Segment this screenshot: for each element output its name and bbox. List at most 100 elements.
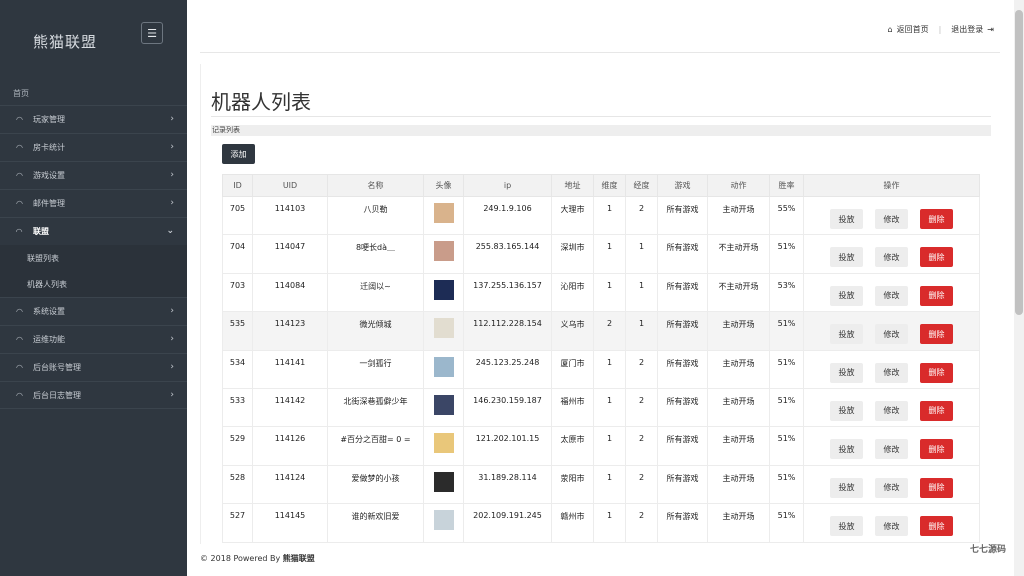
breadcrumb-home[interactable]: 首页	[13, 88, 29, 99]
delete-button[interactable]: 删除	[920, 400, 953, 421]
sidebar-menu: ◠ 玩家管理 › ◠ 房卡统计 › ◠ 游戏设置 › ◠ 邮件管理 › ◠ 联盟 ⌄ 联盟列表 机器…	[0, 105, 187, 409]
scrollbar[interactable]	[1014, 0, 1024, 576]
sidebar-item-mail-management[interactable]: ◠ 邮件管理 ›	[0, 189, 187, 217]
avatar	[433, 510, 454, 531]
cell-name: 8哽长dà＿	[327, 234, 424, 274]
cell-rate: 53%	[769, 272, 804, 313]
cell-lat: 2	[593, 311, 626, 351]
cell-addr: 太原市	[551, 426, 594, 466]
cell-lng: 2	[625, 464, 658, 505]
table-row: 705 114103 八贝勒 249.1.9.106 大理市 1 2 所有游戏 主动开场 55% 投…	[222, 195, 980, 236]
chevron-right-icon: ›	[170, 334, 174, 344]
deliver-button[interactable]: 投放	[830, 362, 863, 383]
actions-cell: 投放 修改 删除	[803, 503, 980, 543]
avatar-cell	[423, 503, 464, 543]
footer: © 2018 Powered By 熊猫联盟	[200, 554, 315, 563]
cell-id: 535	[222, 311, 253, 351]
deliver-button[interactable]: 投放	[830, 209, 863, 229]
sidebar-item-admin-logs[interactable]: ◠ 后台日志管理 ›	[0, 381, 187, 409]
cell-game: 所有游戏	[657, 387, 708, 428]
avatar-cell	[423, 311, 464, 351]
delete-button[interactable]: 删除	[920, 439, 953, 460]
cell-game: 所有游戏	[657, 311, 708, 351]
deliver-button[interactable]: 投放	[830, 324, 863, 345]
edit-button[interactable]: 修改	[875, 439, 908, 460]
column-header: 维度	[593, 174, 626, 197]
add-button[interactable]: 添加	[222, 144, 255, 164]
delete-button[interactable]: 删除	[920, 516, 953, 537]
sidebar-item-room-card-stats[interactable]: ◠ 房卡统计 ›	[0, 133, 187, 161]
cell-rate: 51%	[769, 311, 804, 351]
cell-name: 一剑孤行	[327, 349, 424, 389]
sidebar-item-admin-accounts[interactable]: ◠ 后台账号管理 ›	[0, 353, 187, 381]
deliver-button[interactable]: 投放	[830, 247, 863, 268]
column-header: 名称	[327, 174, 424, 197]
avatar-cell	[423, 387, 464, 428]
avatar	[433, 433, 454, 454]
delete-button[interactable]: 删除	[920, 362, 953, 383]
deliver-button[interactable]: 投放	[830, 285, 863, 306]
deliver-button[interactable]: 投放	[830, 439, 863, 460]
cell-game: 所有游戏	[657, 426, 708, 466]
cell-uid: 114047	[252, 234, 328, 274]
cell-uid: 114145	[252, 503, 328, 543]
cell-id: 703	[222, 272, 253, 313]
sidebar-item-label: 游戏设置	[33, 171, 65, 180]
cell-lng: 2	[625, 195, 658, 236]
cell-action: 主动开场	[707, 195, 770, 236]
cell-name: 迁阔以~	[327, 272, 424, 313]
edit-button[interactable]: 修改	[875, 400, 908, 421]
sidebar-item-game-settings[interactable]: ◠ 游戏设置 ›	[0, 161, 187, 189]
cell-id: 533	[222, 387, 253, 428]
sidebar-item-ops[interactable]: ◠ 运维功能 ›	[0, 325, 187, 353]
delete-button[interactable]: 删除	[920, 324, 953, 345]
delete-button[interactable]: 删除	[920, 477, 953, 498]
deliver-button[interactable]: 投放	[830, 477, 863, 498]
edit-button[interactable]: 修改	[875, 516, 908, 537]
delete-button[interactable]: 删除	[920, 285, 953, 306]
cell-uid: 114084	[252, 272, 328, 313]
cell-lat: 1	[593, 234, 626, 274]
actions-cell: 投放 修改 删除	[803, 387, 980, 428]
edit-button[interactable]: 修改	[875, 247, 908, 268]
menu-toggle-button[interactable]: ☰	[141, 22, 163, 44]
chevron-down-icon: ⌄	[166, 226, 174, 236]
avatar	[433, 241, 454, 262]
edit-button[interactable]: 修改	[875, 209, 908, 229]
logout-link[interactable]: 退出登录 ⇥	[951, 24, 994, 35]
sidebar-item-system-settings[interactable]: ◠ 系统设置 ›	[0, 297, 187, 325]
deliver-button[interactable]: 投放	[830, 400, 863, 421]
sidebar-subitem-robot-list[interactable]: 机器人列表	[0, 271, 187, 297]
cell-name: 微光倾城	[327, 311, 424, 351]
cell-rate: 51%	[769, 503, 804, 543]
sidebar-subitem-alliance-list[interactable]: 联盟列表	[0, 245, 187, 271]
sidebar-item-label: 邮件管理	[33, 199, 65, 208]
table-row: 533 114142 北街深巷孤僻少年 146.230.159.187 福州市 1 2 所有游…	[222, 387, 980, 428]
cell-action: 主动开场	[707, 349, 770, 389]
edit-button[interactable]: 修改	[875, 477, 908, 498]
cell-lng: 2	[625, 387, 658, 428]
cell-rate: 51%	[769, 426, 804, 466]
home-icon: ⌂	[887, 25, 893, 34]
cell-id: 527	[222, 503, 253, 543]
cell-addr: 沁阳市	[551, 272, 594, 313]
cell-name: 八贝勒	[327, 195, 424, 236]
cell-ip: 137.255.136.157	[463, 272, 552, 313]
sidebar-item-alliance[interactable]: ◠ 联盟 ⌄	[0, 217, 187, 245]
edit-button[interactable]: 修改	[875, 324, 908, 345]
delete-button[interactable]: 删除	[920, 247, 953, 268]
watermark: 七七源码	[969, 545, 1006, 555]
cell-uid: 114123	[252, 311, 328, 351]
sidebar-item-player-management[interactable]: ◠ 玩家管理 ›	[0, 105, 187, 133]
cell-lat: 1	[593, 349, 626, 389]
deliver-button[interactable]: 投放	[830, 516, 863, 537]
edit-button[interactable]: 修改	[875, 362, 908, 383]
home-link[interactable]: ⌂ 返回首页	[888, 24, 929, 35]
sidebar-item-label: 系统设置	[33, 307, 65, 316]
title-divider	[211, 116, 991, 117]
actions-cell: 投放 修改 删除	[803, 272, 980, 313]
delete-button[interactable]: 删除	[920, 209, 953, 229]
cell-lat: 1	[593, 464, 626, 505]
edit-button[interactable]: 修改	[875, 285, 908, 306]
scrollbar-thumb[interactable]	[1015, 10, 1023, 315]
